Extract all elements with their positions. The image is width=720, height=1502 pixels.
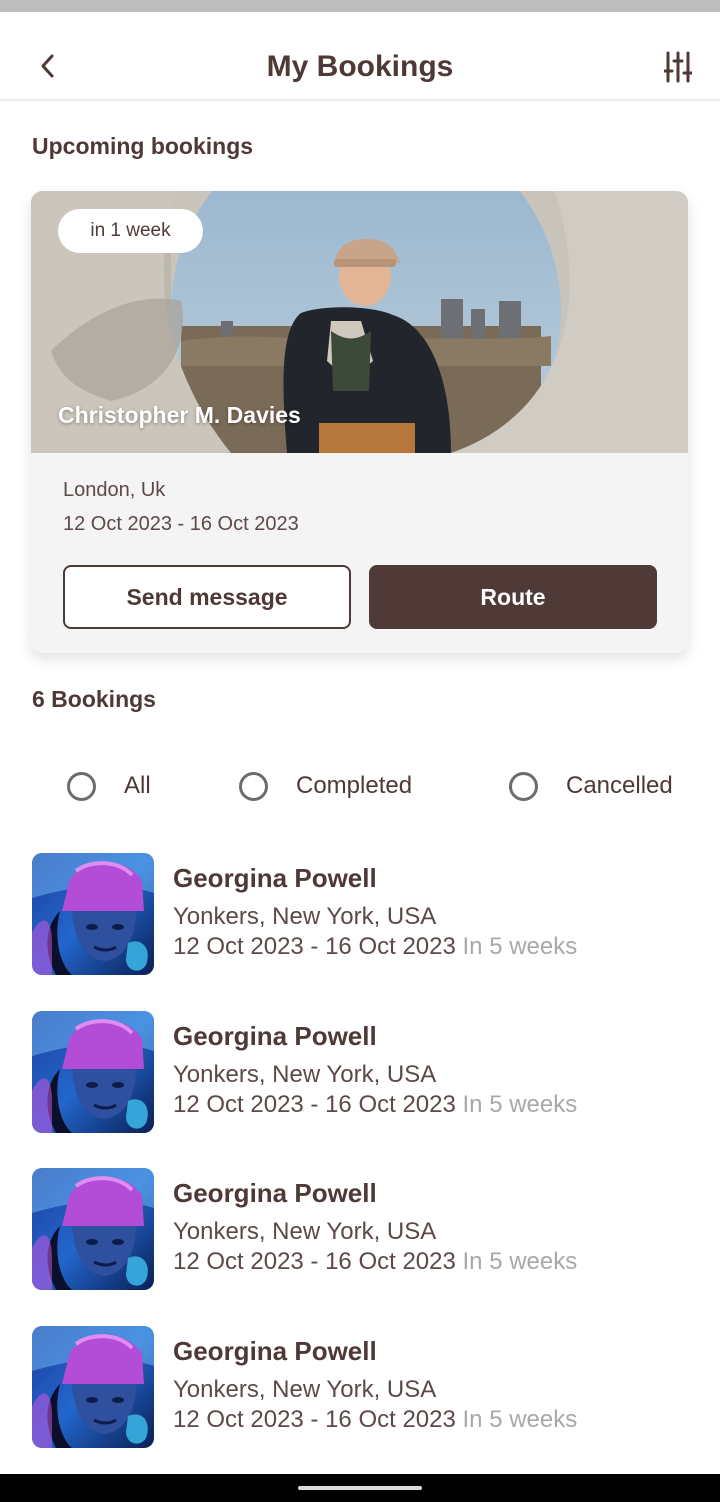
app-header: My Bookings	[0, 12, 720, 101]
booking-eta: In 5 weeks	[462, 1091, 578, 1118]
guest-name: Georgina Powell	[173, 1336, 377, 1366]
guest-avatar	[32, 1011, 154, 1133]
radio-circle-icon	[67, 771, 96, 801]
booking-eta: In 5 weeks	[462, 1248, 578, 1275]
filter-button[interactable]	[660, 49, 696, 85]
booking-location: London, Uk	[63, 479, 166, 501]
booking-list-item[interactable]: Georgina Powell Yonkers, New York, USA 1…	[32, 853, 692, 977]
booking-dates-row: 12 Oct 2023 - 16 Oct 2023 In 5 weeks	[173, 1406, 577, 1434]
guest-avatar	[32, 1168, 154, 1290]
bookings-count-title: 6 Bookings	[32, 686, 156, 712]
home-indicator[interactable]	[298, 1486, 422, 1490]
time-until-badge: in 1 week	[58, 209, 203, 253]
booking-eta: In 5 weeks	[462, 933, 578, 960]
booking-list-item[interactable]: Georgina Powell Yonkers, New York, USA 1…	[32, 1326, 692, 1450]
radio-circle-icon	[239, 771, 268, 801]
booking-eta: In 5 weeks	[462, 1406, 578, 1433]
system-nav-bar	[0, 1474, 720, 1502]
guest-location: Yonkers, New York, USA	[173, 903, 437, 930]
booking-dates-row: 12 Oct 2023 - 16 Oct 2023 In 5 weeks	[173, 1248, 577, 1276]
filter-cancelled-radio[interactable]: Cancelled	[509, 766, 673, 806]
guest-location: Yonkers, New York, USA	[173, 1376, 437, 1403]
upcoming-section-title: Upcoming bookings	[32, 133, 254, 159]
filter-all-radio[interactable]: All	[67, 766, 151, 806]
booking-dates: 12 Oct 2023 - 16 Oct 2023	[173, 1406, 456, 1433]
booking-list-item[interactable]: Georgina Powell Yonkers, New York, USA 1…	[32, 1011, 692, 1135]
booking-list-item[interactable]: Georgina Powell Yonkers, New York, USA 1…	[32, 1168, 692, 1292]
booking-dates: 12 Oct 2023 - 16 Oct 2023	[173, 933, 456, 960]
route-button[interactable]: Route	[369, 565, 657, 629]
status-bar	[0, 0, 720, 12]
page-title: My Bookings	[266, 50, 454, 83]
sliders-icon	[664, 51, 692, 83]
radio-circle-icon	[509, 771, 538, 801]
booking-dates: 12 Oct 2023 - 16 Oct 2023	[63, 513, 299, 535]
guest-name: Georgina Powell	[173, 1021, 377, 1051]
guest-name: Georgina Powell	[173, 1178, 377, 1208]
send-message-button[interactable]: Send message	[63, 565, 351, 629]
guest-location: Yonkers, New York, USA	[173, 1061, 437, 1088]
guest-name: Georgina Powell	[173, 863, 377, 893]
filter-cancelled-label: Cancelled	[566, 772, 673, 799]
guest-avatar	[32, 853, 154, 975]
booking-dates: 12 Oct 2023 - 16 Oct 2023	[173, 1248, 456, 1275]
host-name: Christopher M. Davies	[58, 402, 301, 428]
filter-completed-radio[interactable]: Completed	[239, 766, 412, 806]
filter-all-label: All	[124, 772, 151, 799]
booking-dates-row: 12 Oct 2023 - 16 Oct 2023 In 5 weeks	[173, 1091, 577, 1119]
upcoming-booking-card[interactable]: in 1 week Christopher M. Davies London, …	[31, 191, 688, 653]
booking-dates-row: 12 Oct 2023 - 16 Oct 2023 In 5 weeks	[173, 933, 577, 961]
filter-completed-label: Completed	[296, 772, 413, 799]
host-photo: in 1 week Christopher M. Davies	[31, 191, 688, 453]
guest-avatar	[32, 1326, 154, 1448]
booking-dates: 12 Oct 2023 - 16 Oct 2023	[173, 1091, 456, 1118]
guest-location: Yonkers, New York, USA	[173, 1218, 437, 1245]
